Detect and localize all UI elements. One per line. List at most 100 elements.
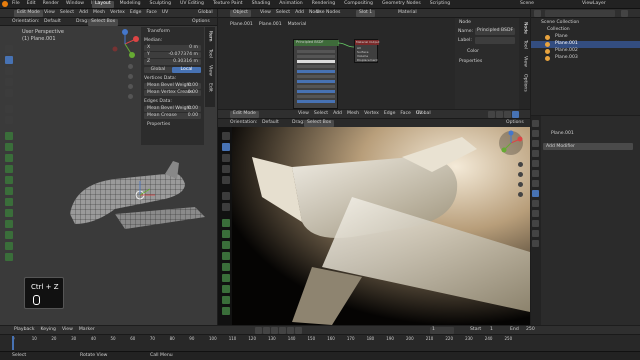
outliner-row[interactable]: Collection: [531, 27, 640, 34]
tab-view[interactable]: View: [207, 65, 213, 76]
node-panel-header[interactable]: Node: [459, 20, 471, 26]
timeline-ruler[interactable]: 0102030405060708090100110120130140150160…: [0, 336, 640, 344]
tab-uv-editing[interactable]: UV Editing: [177, 1, 207, 8]
tab-options[interactable]: Options: [522, 74, 528, 92]
tweak-tool-icon[interactable]: [5, 45, 13, 53]
edge-slide-tool-icon[interactable]: [5, 220, 13, 228]
poly-build-tool-icon[interactable]: [5, 187, 13, 195]
use-nodes-checkbox[interactable]: Use Nodes: [316, 10, 340, 16]
physics-tab-icon[interactable]: [532, 210, 539, 217]
tab-geometry-nodes[interactable]: Geometry Nodes: [379, 1, 424, 8]
tweak-tool-icon[interactable]: [222, 132, 230, 140]
node-properties-header[interactable]: Properties: [459, 59, 482, 65]
perspective-grid-icon[interactable]: [128, 94, 133, 99]
rotate-tool-icon[interactable]: [5, 67, 13, 75]
bsdf-row[interactable]: [297, 65, 335, 68]
rendered-shading-icon[interactable]: [512, 111, 519, 118]
bsdf-row[interactable]: [297, 55, 335, 58]
poly-build-tool-icon[interactable]: [222, 274, 230, 282]
tab-edit[interactable]: Edit: [207, 83, 213, 92]
tab-rendering[interactable]: Rendering: [309, 1, 338, 8]
tab-scripting[interactable]: Scripting: [427, 1, 453, 8]
bevel-tool-icon[interactable]: [5, 154, 13, 162]
pan-hand-icon[interactable]: [128, 74, 133, 79]
menu-select[interactable]: Select: [276, 10, 290, 16]
annotate-tool-icon[interactable]: [5, 105, 13, 113]
menu-select[interactable]: Select: [314, 111, 328, 117]
tool-tab-icon[interactable]: [532, 120, 539, 127]
filter-icon[interactable]: [621, 10, 628, 17]
scale-tool-icon[interactable]: [222, 165, 230, 173]
shear-tool-icon[interactable]: [5, 242, 13, 250]
rip-tool-icon[interactable]: [5, 253, 13, 261]
loop-cut-tool-icon[interactable]: [5, 165, 13, 173]
airplane-mesh-wireframe[interactable]: [55, 159, 215, 244]
inset-tool-icon[interactable]: [5, 143, 13, 151]
timeline[interactable]: Playback Keying View Marker 1 Start 1 En…: [0, 326, 640, 351]
x-field[interactable]: X0 m: [144, 45, 201, 51]
tab-modeling[interactable]: Modeling: [117, 1, 144, 8]
view-layer-selector[interactable]: ViewLayer: [582, 1, 606, 7]
editor-type-icon[interactable]: [534, 10, 541, 17]
object-tab-icon[interactable]: [532, 180, 539, 187]
transform-tool-icon[interactable]: [222, 176, 230, 184]
measure-tool-icon[interactable]: [5, 116, 13, 124]
add-modifier-button[interactable]: Add Modifier: [543, 143, 633, 150]
transform-tool-icon[interactable]: [5, 89, 13, 97]
particles-tab-icon[interactable]: [532, 200, 539, 207]
extrude-tool-icon[interactable]: [222, 219, 230, 227]
camera-icon[interactable]: [128, 84, 133, 89]
menu-add[interactable]: Add: [333, 111, 342, 117]
outliner-row[interactable]: Plane: [531, 34, 640, 41]
menu-view[interactable]: View: [298, 111, 309, 117]
orientation-value[interactable]: Default: [44, 19, 61, 25]
modifier-tab-icon[interactable]: [532, 190, 539, 197]
measure-tool-icon[interactable]: [222, 203, 230, 211]
play-icon[interactable]: [279, 327, 286, 334]
menu-add[interactable]: Add: [79, 10, 88, 16]
drag-value[interactable]: Select Box: [88, 19, 119, 26]
zoom-icon[interactable]: [128, 64, 133, 69]
navigation-gizmo-icon[interactable]: [110, 29, 140, 59]
orientation-select[interactable]: Global: [198, 10, 213, 16]
bsdf-row[interactable]: [297, 75, 335, 78]
shader-editor[interactable]: Object View Select Add Node Use Nodes Sl…: [218, 9, 530, 109]
local-toggle[interactable]: Local: [172, 67, 201, 73]
menu-view[interactable]: View: [62, 327, 73, 333]
bsdf-row[interactable]: [297, 80, 335, 83]
smooth-tool-icon[interactable]: [5, 209, 13, 217]
scene-selector[interactable]: Scene: [520, 1, 534, 7]
prev-keyframe-icon[interactable]: [263, 327, 270, 334]
move-tool-icon[interactable]: [222, 143, 230, 151]
perspective-grid-icon[interactable]: [518, 192, 523, 197]
menu-add[interactable]: Add: [295, 10, 304, 16]
mode-select[interactable]: Edit Mode: [14, 10, 43, 17]
camera-icon[interactable]: [518, 182, 523, 187]
knife-tool-icon[interactable]: [222, 263, 230, 271]
inset-tool-icon[interactable]: [222, 230, 230, 238]
bsdf-row[interactable]: [297, 100, 335, 103]
annotate-tool-icon[interactable]: [222, 192, 230, 200]
outliner-row[interactable]: Plane.003: [531, 55, 640, 62]
render-tab-icon[interactable]: [532, 130, 539, 137]
bevel-tool-icon[interactable]: [222, 241, 230, 249]
name-field[interactable]: Principled BSDF: [475, 28, 515, 35]
menu-edit[interactable]: Edit: [27, 1, 36, 6]
edge-bevel-weight-field[interactable]: Mean Bevel Weight 0.00: [144, 106, 201, 112]
bsdf-row[interactable]: [297, 85, 335, 88]
rotate-tool-icon[interactable]: [222, 154, 230, 162]
world-tab-icon[interactable]: [532, 170, 539, 177]
menu-face[interactable]: Face: [146, 10, 156, 16]
outliner-row[interactable]: Plane.002: [531, 48, 640, 55]
start-field[interactable]: 1: [490, 327, 493, 333]
loop-cut-tool-icon[interactable]: [222, 252, 230, 260]
slot-select[interactable]: Slot 1: [356, 10, 376, 17]
tab-view[interactable]: View: [522, 56, 528, 67]
menu-select[interactable]: Select: [60, 10, 74, 16]
menu-edge[interactable]: Edge: [384, 111, 396, 117]
global-toggle[interactable]: Global: [144, 67, 172, 73]
scene-tab-icon[interactable]: [532, 160, 539, 167]
material-preview-icon[interactable]: [504, 111, 511, 118]
mean-bevel-weight-field[interactable]: Mean Bevel Weight 0.00: [144, 83, 201, 89]
tab-texture-paint[interactable]: Texture Paint: [210, 1, 246, 8]
